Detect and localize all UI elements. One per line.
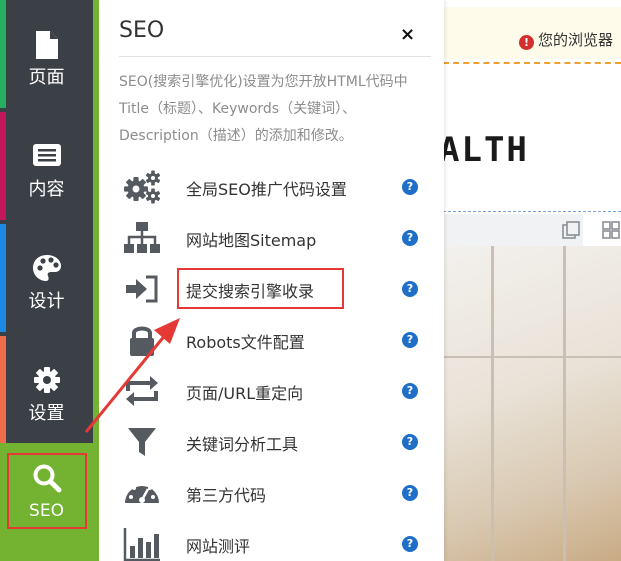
menu-item-label: 关键词分析工具: [186, 435, 299, 454]
sidebar-item-settings[interactable]: 设置: [0, 336, 93, 444]
menu-item-label: Robots文件配置: [186, 333, 305, 352]
help-icon[interactable]: ?: [402, 179, 418, 195]
help-icon[interactable]: ?: [402, 536, 418, 552]
window-frame: [563, 246, 566, 561]
menu-item-label: 第三方代码: [186, 486, 267, 505]
menu-item-label: 网站测评: [186, 537, 251, 556]
section-divider: [443, 211, 621, 212]
menu-item-global-seo-code[interactable]: 全局SEO推广代码设置 ?: [100, 164, 444, 210]
seo-highlight-box: [7, 453, 87, 529]
menu-item-label: 页面/URL重定向: [186, 384, 304, 403]
grid-icon[interactable]: [601, 220, 621, 240]
help-icon[interactable]: ?: [402, 332, 418, 348]
menu-item-robots[interactable]: Robots文件配置 ?: [100, 317, 444, 363]
sidebar-item-page[interactable]: 页面: [0, 0, 93, 108]
window-frame: [491, 246, 494, 561]
sidebar: 页面 内容 设计 设置 SEO: [0, 0, 93, 561]
help-icon[interactable]: ?: [402, 230, 418, 246]
filter-icon: [128, 428, 156, 456]
help-icon[interactable]: ?: [402, 383, 418, 399]
menu-item-label: 网站地图Sitemap: [186, 231, 317, 250]
lock-icon: [130, 326, 154, 356]
help-icon[interactable]: ?: [402, 485, 418, 501]
help-icon[interactable]: ?: [402, 281, 418, 297]
sidebar-item-label: 设计: [28, 291, 65, 312]
sign-in-icon: [126, 275, 158, 303]
palette-icon: [0, 254, 93, 286]
browser-notice: ! 您的浏览器: [518, 29, 613, 50]
menu-item-sitemap[interactable]: 网站地图Sitemap ?: [100, 215, 444, 261]
panel-divider: [119, 56, 431, 57]
panel-description: SEO(搜索引擎优化)设置为您开放HTML代码中Title（标题）、Keywor…: [119, 74, 408, 144]
copy-icon[interactable]: [561, 220, 581, 240]
sidebar-item-design[interactable]: 设计: [0, 224, 93, 332]
sidebar-item-seo[interactable]: SEO: [0, 443, 93, 561]
warning-icon: !: [518, 35, 534, 50]
page-icon: [0, 30, 93, 62]
menu-item-keyword-analysis[interactable]: 关键词分析工具 ?: [100, 419, 444, 465]
section-divider: [443, 62, 621, 64]
sitemap-icon: [124, 222, 160, 253]
menu-item-third-party-code[interactable]: 第三方代码 ?: [100, 470, 444, 516]
menu-item-url-redirect[interactable]: 页面/URL重定向 ?: [100, 368, 444, 414]
submit-highlight-box: [177, 268, 344, 309]
redirect-icon: [126, 376, 158, 406]
menu-item-site-evaluation[interactable]: 网站测评 ?: [100, 521, 444, 561]
site-brand-text: ALTH: [439, 130, 529, 170]
menu-item-label: 全局SEO推广代码设置: [186, 180, 347, 199]
sidebar-item-label: 页面: [28, 67, 65, 88]
window-frame: [443, 356, 621, 358]
close-button[interactable]: ×: [400, 24, 415, 45]
gears-icon: [124, 170, 161, 204]
help-icon[interactable]: ?: [402, 434, 418, 450]
browser-notice-text: 您的浏览器: [537, 31, 613, 49]
hero-image: [443, 246, 621, 561]
panel-title: SEO: [119, 18, 165, 43]
bar-chart-icon: [123, 528, 160, 561]
gear-icon: [0, 366, 93, 398]
dashboard-icon: [125, 482, 159, 503]
module-toolbar: [443, 214, 620, 246]
sidebar-item-label: 设置: [28, 403, 65, 424]
sidebar-item-label: 内容: [28, 179, 65, 200]
content-icon: [0, 142, 93, 174]
sidebar-item-content[interactable]: 内容: [0, 112, 93, 220]
